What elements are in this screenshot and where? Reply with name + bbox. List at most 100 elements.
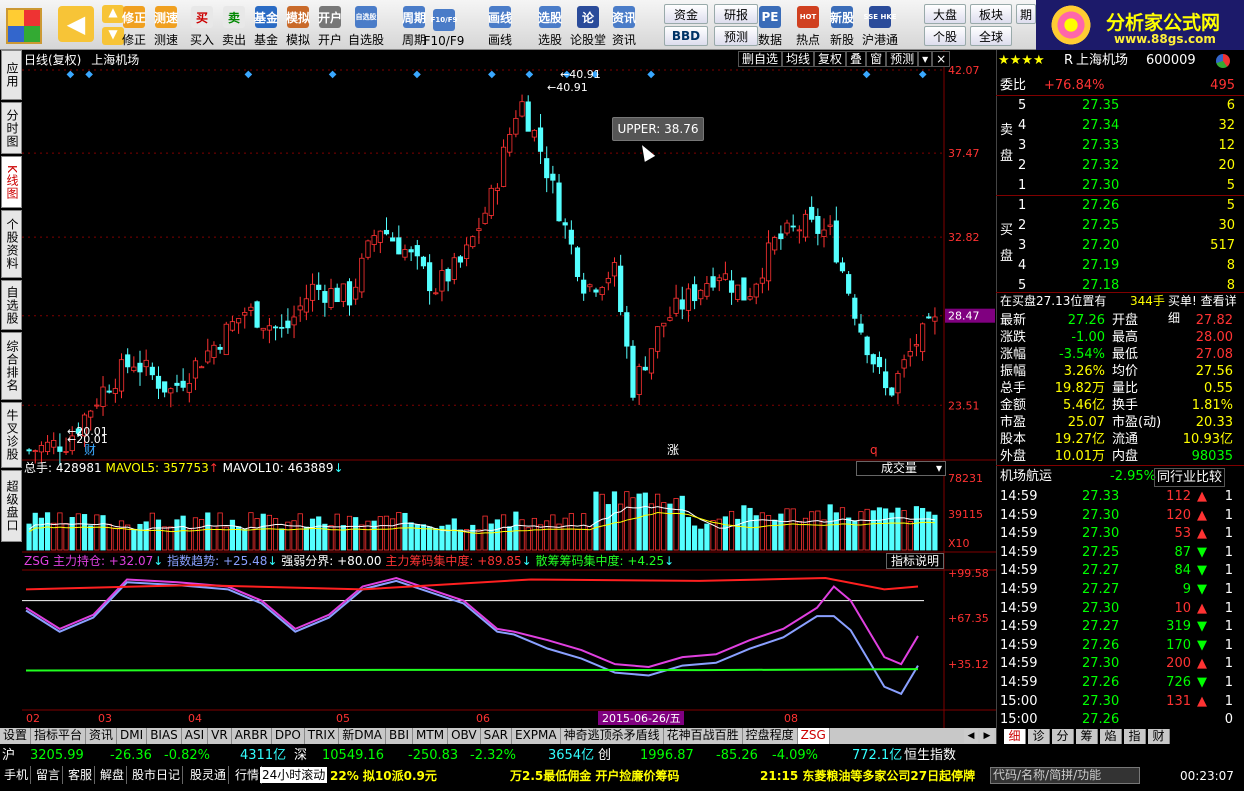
- indicator-tab-12[interactable]: MTM: [413, 728, 449, 744]
- indicator-tab-6[interactable]: VR: [208, 728, 232, 744]
- status-item-4[interactable]: 股市日记: [130, 766, 184, 784]
- volume-bar: [88, 525, 94, 551]
- chart-control-3[interactable]: 叠: [846, 51, 867, 67]
- qihuo-button[interactable]: 期: [1016, 4, 1036, 24]
- volume-bar: [722, 516, 729, 551]
- volume-bar: [297, 513, 303, 551]
- candle-body: [809, 206, 815, 220]
- volume-bar: [648, 503, 655, 551]
- kline-chart[interactable]: 42.0737.4732.8228.4723.5128.47◆◆◆◆◆◆◆◆◆◆…: [22, 50, 996, 728]
- chart-control-0[interactable]: 删自选: [738, 51, 783, 67]
- chart-control-2[interactable]: 复权: [814, 51, 847, 67]
- geigu-button[interactable]: 个股: [924, 26, 966, 46]
- status-item-2[interactable]: 客服: [66, 766, 96, 784]
- indicator-tab-2[interactable]: 资讯: [86, 728, 118, 744]
- toolbar-icon-12: 论: [577, 6, 599, 28]
- candle-body: [470, 236, 476, 248]
- indicator-tab-4[interactable]: BIAS: [147, 728, 182, 744]
- toolbar-icon-7: 自选股: [355, 6, 377, 28]
- toolbar-button-10[interactable]: 画线 画线: [480, 2, 520, 48]
- sidebar-tab-0[interactable]: 应用: [1, 50, 22, 100]
- tab-scroll-left[interactable]: ◀: [964, 729, 978, 743]
- chart-close-icon[interactable]: ×: [932, 51, 951, 67]
- toolbar-icon-4: 基金: [254, 6, 278, 28]
- dapan-button[interactable]: 大盘: [924, 4, 966, 24]
- toolbar-button-1[interactable]: 测速 测速: [146, 2, 186, 48]
- indicator-tab-3[interactable]: DMI: [117, 728, 148, 744]
- toolbar-label-8: 周期: [401, 33, 426, 47]
- indicator-tab-8[interactable]: DPO: [272, 728, 305, 744]
- volume-bar: [581, 513, 587, 551]
- event-diamond-2: ◆: [245, 69, 253, 80]
- candle-body: [618, 265, 624, 313]
- status-scroll[interactable]: 24小时滚动: [260, 767, 328, 783]
- toolbar-label-16: 新股: [829, 33, 854, 47]
- code-search-input[interactable]: 代码/名称/简拼/功能: [990, 767, 1140, 784]
- candle-body: [765, 242, 772, 282]
- zijin-button[interactable]: 资金: [664, 4, 708, 24]
- volume-bar: [137, 523, 143, 551]
- indicator-tab-15[interactable]: EXPMA: [512, 728, 561, 744]
- status-item-3[interactable]: 解盘: [98, 766, 128, 784]
- sidebar-tab-2[interactable]: K线图: [1, 156, 22, 208]
- indicator-tab-0[interactable]: 设置: [0, 728, 32, 744]
- sidebar-tab-3[interactable]: 个股资料: [1, 210, 22, 278]
- sidebar-tab-5[interactable]: 综合排名: [1, 332, 22, 400]
- volume-bar: [636, 493, 642, 551]
- indicator-tab-10[interactable]: 新DMA: [339, 728, 387, 744]
- toolbar-button-6[interactable]: 开户 开户: [310, 2, 350, 48]
- app-logo-icon[interactable]: [6, 8, 42, 44]
- indicator-tab-11[interactable]: BBI: [386, 728, 414, 744]
- toolbar-button-13[interactable]: 资讯 资讯: [604, 2, 644, 48]
- status-item-5[interactable]: 股灵通: [188, 766, 230, 784]
- toolbar-button-7[interactable]: 自选股 自选股: [346, 2, 386, 48]
- yuce-button[interactable]: 预测: [714, 26, 758, 46]
- indicator-help-button[interactable]: 指标说明: [886, 553, 944, 569]
- indicator-tab-18[interactable]: 控盘程度: [743, 728, 798, 744]
- quanqiu-button[interactable]: 全球: [970, 26, 1012, 46]
- bbd-button[interactable]: BBD: [664, 26, 708, 46]
- yanbao-button[interactable]: 研报: [714, 4, 758, 24]
- indicator-tab-5[interactable]: ASI: [182, 728, 209, 744]
- sidebar-tab-4[interactable]: 自选股: [1, 280, 22, 330]
- volume-bar: [279, 528, 285, 551]
- candle-body: [457, 256, 464, 263]
- toolbar-button-16[interactable]: 新股 新股: [822, 2, 862, 48]
- toolbar-button-17[interactable]: SSE HKE 沪港通: [860, 2, 900, 48]
- status-item-0[interactable]: 手机: [2, 766, 32, 784]
- indicator-tab-9[interactable]: TRIX: [305, 728, 340, 744]
- price-tick-4: 23.51: [948, 399, 980, 412]
- candle-body: [889, 387, 895, 396]
- tab-scroll-right[interactable]: ▶: [980, 729, 994, 743]
- indicator-tab-19[interactable]: ZSG: [797, 728, 830, 744]
- indicator-tab-7[interactable]: ARBR: [232, 728, 272, 744]
- indicator-tab-13[interactable]: OBV: [448, 728, 481, 744]
- indicator-tab-1[interactable]: 指标平台: [31, 728, 87, 744]
- toolbar-button-12[interactable]: 论论股堂: [568, 2, 608, 48]
- stock-name-label: 上海机场: [91, 53, 140, 67]
- chart-control-5[interactable]: 预测: [886, 51, 919, 67]
- volume-selector[interactable]: 成交量 ▾: [856, 461, 946, 476]
- sidebar-tab-1[interactable]: 分时图: [1, 102, 22, 154]
- sidebar-tab-6[interactable]: 牛叉诊股: [1, 402, 22, 468]
- indicator-tab-17[interactable]: 花神百战百胜: [664, 728, 743, 744]
- bankuai-button[interactable]: 板块: [970, 4, 1012, 24]
- candle-body: [205, 350, 211, 363]
- candle-body: [556, 182, 562, 222]
- sidebar-tab-7[interactable]: 超级盘口: [1, 470, 22, 542]
- toolbar-button-9[interactable]: F10/F9 F10/F9: [424, 2, 464, 48]
- back-arrow-icon[interactable]: ◀: [58, 6, 94, 42]
- chart-control-4[interactable]: 窗: [866, 51, 887, 67]
- candle-body: [303, 298, 309, 313]
- chart-control-1[interactable]: 均线: [782, 51, 815, 67]
- volume-bar: [131, 529, 137, 551]
- status-item-6[interactable]: 行情: [233, 766, 263, 784]
- toolbar-label-11: 选股: [537, 33, 562, 47]
- status-item-1[interactable]: 留言: [34, 766, 64, 784]
- indicator-tab-14[interactable]: SAR: [481, 728, 512, 744]
- toolbar-button-11[interactable]: 选股 选股: [530, 2, 570, 48]
- index-item-4: 4311亿: [240, 748, 287, 763]
- indicator-tab-16[interactable]: 神奇逃顶杀矛盾线: [561, 728, 664, 744]
- volume-bar: [223, 526, 229, 551]
- chart-dropdown-icon[interactable]: ▾: [918, 51, 933, 67]
